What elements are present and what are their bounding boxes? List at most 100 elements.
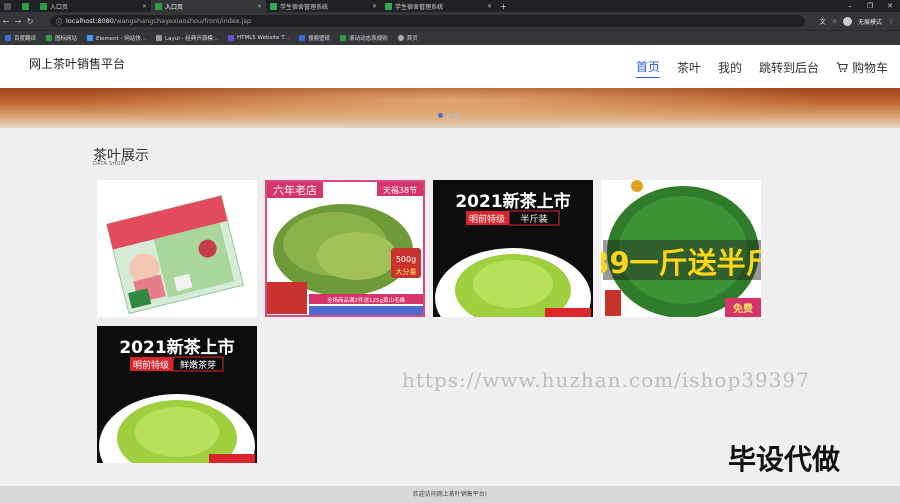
bookmark-item[interactable]: Layui - 经典开源模...	[156, 34, 218, 42]
back-icon[interactable]: ←	[0, 17, 12, 26]
nav-home[interactable]: 首页	[635, 58, 660, 78]
bookmark-item[interactable]: 图标网站	[46, 34, 77, 42]
avatar[interactable]	[842, 16, 852, 26]
carousel-dot[interactable]	[454, 113, 459, 118]
banner-image	[0, 88, 900, 128]
window-controls: – ❐ ✕	[840, 0, 900, 12]
product-image: 2021新茶上市 明前特级 半斤装	[433, 180, 593, 317]
close-window-icon[interactable]: ✕	[880, 0, 900, 12]
bookmark-label: 首页	[406, 36, 418, 42]
svg-text:全场商品满2件送125g黄山毛峰: 全场商品满2件送125g黄山毛峰	[327, 296, 405, 304]
browser-tab-active[interactable]: 入口页 ✕	[151, 0, 266, 12]
browser-tab[interactable]: 入口页 ✕	[36, 0, 151, 12]
close-icon[interactable]: ✕	[372, 3, 377, 10]
close-icon[interactable]: ✕	[142, 3, 147, 10]
footer: 欢迎访问网上茶叶销售平台!	[0, 486, 900, 503]
product-card[interactable]: 2021新茶上市 明前特级 鲜嫩茶芽	[97, 326, 257, 463]
carousel-dot[interactable]	[438, 113, 443, 118]
bookmark-item[interactable]: 首页	[397, 34, 418, 42]
svg-text:39一斤送半斤: 39一斤送半斤	[601, 246, 761, 280]
address-bar[interactable]: ⓘ localhost:8080/wangshangchayexiaoshou/…	[50, 15, 805, 27]
svg-text:明前特级: 明前特级	[133, 359, 169, 371]
minimize-icon[interactable]: –	[840, 0, 860, 12]
bookmark-item[interactable]: Element - 网站快...	[87, 34, 146, 42]
site-title[interactable]: 网上茶叶销售平台	[29, 55, 125, 72]
bookmark-icon	[340, 35, 347, 41]
bookmark-label: 滚动动态表规则	[349, 36, 388, 42]
promo-text: 毕设代做	[728, 443, 841, 476]
carousel-dot[interactable]	[446, 113, 451, 118]
main-nav: 首页 茶叶 我的 跳转到后台 购物车	[619, 58, 888, 78]
watermark-text: https://www.huzhan.com/ishop39397	[402, 368, 810, 392]
svg-text:500g: 500g	[396, 255, 416, 264]
tab-title: 入口页	[165, 3, 184, 11]
browser-tab[interactable]	[18, 0, 36, 12]
menu-icon[interactable]: ⋮	[888, 18, 894, 25]
url-path: /wangshangchayexiaoshou/front/index.jsp	[113, 17, 252, 25]
carousel-indicators	[438, 113, 459, 118]
svg-text:明前特级: 明前特级	[469, 213, 505, 225]
nav-tea[interactable]: 茶叶	[677, 59, 701, 78]
banner-carousel[interactable]	[0, 88, 900, 128]
forward-icon[interactable]: →	[12, 17, 24, 26]
nav-mine[interactable]: 我的	[718, 59, 742, 78]
star-icon[interactable]: ☆	[832, 18, 837, 25]
close-icon[interactable]: ✕	[257, 3, 262, 10]
url-host: localhost:8080	[66, 17, 114, 25]
svg-text:2021新茶上市: 2021新茶上市	[119, 337, 234, 358]
bookmark-icon	[397, 35, 404, 41]
product-image	[97, 180, 257, 317]
bookmark-icon	[227, 35, 234, 41]
tab-favicon-icon	[22, 2, 29, 10]
close-icon[interactable]: ✕	[487, 3, 492, 10]
new-tab-button[interactable]: +	[496, 0, 512, 12]
section-subtitle: DATA SHOW	[93, 161, 126, 167]
browser-tab[interactable]: 学生宿舍管理系统 ✕	[381, 0, 496, 12]
product-image: 39一斤送半斤 免费	[601, 180, 761, 317]
bookmark-label: HTML5 Website T...	[236, 35, 290, 41]
nav-cart[interactable]: 购物车	[836, 59, 888, 78]
bookmark-label: Layui - 经典开源模...	[165, 36, 218, 42]
svg-text:免费: 免费	[733, 302, 753, 315]
bookmarks-bar: 百度翻译 图标网站 Element - 网站快... Layui - 经典开源模…	[0, 30, 900, 45]
tab-favicon-icon	[270, 2, 277, 10]
svg-text:半斤装: 半斤装	[520, 213, 547, 225]
product-card[interactable]: 2021新茶上市 明前特级 半斤装	[433, 180, 593, 317]
bookmark-icon	[156, 35, 163, 41]
tab-favicon-icon	[155, 2, 162, 10]
tab-favicon-icon	[40, 2, 47, 10]
browser-toolbar: ← → ↻ ⓘ localhost:8080/wangshangchayexia…	[0, 12, 900, 30]
product-card[interactable]: 六年老店 天福38节 500g 大分量 全场商品满2件送125g黄山毛峰	[265, 180, 425, 317]
bookmark-label: 搜索壁纸	[308, 36, 331, 42]
toolbar-right: 文 ☆ 无痕模式 ⋮	[820, 15, 894, 27]
tab-title: 入口页	[50, 3, 69, 11]
browser-tab[interactable]: 学生宿舍管理系统 ✕	[266, 0, 381, 12]
bookmark-icon	[87, 35, 94, 41]
maximize-icon[interactable]: ❐	[860, 0, 880, 12]
svg-text:天福38节: 天福38节	[383, 186, 417, 195]
site-header: 网上茶叶销售平台 首页 茶叶 我的 跳转到后台 购物车	[0, 45, 900, 88]
svg-text:鲜嫩茶芽: 鲜嫩茶芽	[180, 359, 216, 371]
browser-tab[interactable]	[0, 0, 18, 12]
svg-text:大分量: 大分量	[396, 267, 417, 276]
product-card[interactable]	[97, 180, 257, 317]
translate-icon[interactable]: 文	[820, 17, 826, 26]
tab-favicon-icon	[4, 2, 11, 10]
bookmark-item[interactable]: 滚动动态表规则	[340, 34, 388, 42]
reload-icon[interactable]: ↻	[24, 17, 36, 26]
bookmark-icon	[46, 35, 53, 41]
bookmark-item[interactable]: 百度翻译	[5, 34, 36, 42]
info-icon: ⓘ	[56, 18, 63, 26]
nav-admin[interactable]: 跳转到后台	[759, 59, 819, 78]
bookmark-item[interactable]: HTML5 Website T...	[227, 35, 290, 41]
bookmark-label: 图标网站	[55, 36, 78, 42]
profile-label[interactable]: 无痕模式	[858, 17, 882, 26]
promo-corner-text: 六年老店	[273, 183, 317, 197]
cart-label: 购物车	[851, 60, 888, 75]
bookmark-label: Element - 网站快...	[96, 36, 147, 42]
bookmark-label: 百度翻译	[14, 36, 37, 42]
product-image: 六年老店 天福38节 500g 大分量 全场商品满2件送125g黄山毛峰	[265, 180, 425, 317]
svg-text:2021新茶上市: 2021新茶上市	[455, 191, 570, 212]
bookmark-item[interactable]: 搜索壁纸	[299, 34, 330, 42]
product-card[interactable]: 39一斤送半斤 免费	[601, 180, 761, 317]
